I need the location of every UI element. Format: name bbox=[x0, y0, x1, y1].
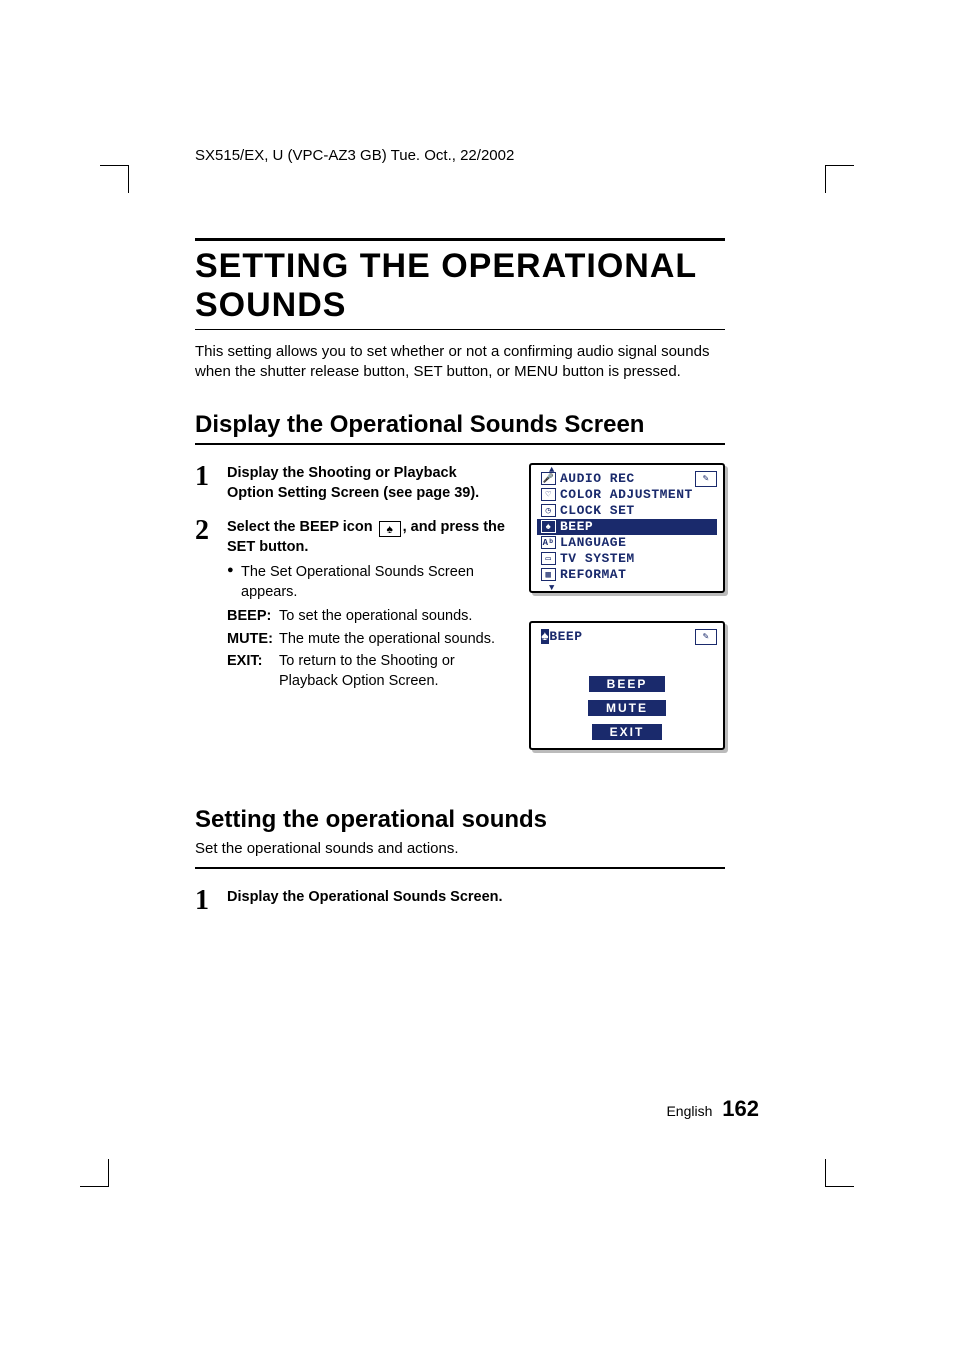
footer-lang: English bbox=[666, 1103, 712, 1119]
step: 1 Display the Shooting or Playback Optio… bbox=[195, 463, 505, 504]
step: 1 Display the Operational Sounds Screen. bbox=[195, 887, 725, 915]
page-footer: English 162 bbox=[666, 1096, 759, 1122]
bullet-text: The Set Operational Sounds Screen appear… bbox=[241, 562, 505, 603]
menu-item-icon: ▭ bbox=[541, 552, 556, 565]
menu-item-label: TV SYSTEM bbox=[560, 551, 635, 566]
def-desc: To return to the Shooting or Playback Op… bbox=[279, 651, 505, 692]
beep-icon: ♠ bbox=[379, 521, 401, 537]
scroll-down-icon: ▼ bbox=[549, 583, 555, 593]
lcd-menu-item: 🎤AUDIO REC bbox=[537, 471, 717, 487]
section-heading: Display the Operational Sounds Screen bbox=[195, 411, 725, 439]
lcd-menu-item: ◷ CLOCK SET bbox=[537, 503, 717, 519]
lcd-menu-screen: ▲ ✎ 🎤AUDIO REC♡ COLOR ADJUSTMENT ◷ CLOCK SE… bbox=[529, 463, 725, 593]
intro-text: This setting allows you to set whether o… bbox=[195, 342, 725, 383]
step-number: 1 bbox=[195, 463, 227, 504]
menu-item-icon: ♡ bbox=[541, 488, 556, 501]
rule bbox=[195, 238, 725, 241]
menu-item-icon: ♠ bbox=[541, 520, 556, 533]
step-text: Select the BEEP icon bbox=[227, 519, 377, 535]
lcd-menu-item: ▭ TV SYSTEM bbox=[537, 551, 717, 567]
section-subtext: Set the operational sounds and actions. bbox=[195, 840, 725, 857]
page-title: SETTING THE OPERATIONAL SOUNDS bbox=[195, 247, 725, 325]
scroll-up-icon: ▲ bbox=[549, 465, 555, 475]
lcd-option: BEEP bbox=[589, 676, 666, 692]
crop-mark bbox=[80, 1157, 130, 1207]
section-heading: Setting the operational sounds bbox=[195, 806, 725, 834]
menu-item-icon: ◷ bbox=[541, 504, 556, 517]
def-term: BEEP: bbox=[227, 606, 279, 626]
crop-mark bbox=[804, 145, 854, 195]
page-number: 162 bbox=[722, 1096, 759, 1121]
lcd-beep-screen: ♠ BEEP ✎ BEEP MUTE EXIT bbox=[529, 621, 725, 750]
menu-item-icon: ▦ bbox=[541, 568, 556, 581]
step: 2 Select the BEEP icon ♠, and press the … bbox=[195, 517, 505, 693]
menu-item-label: REFORMAT bbox=[560, 567, 626, 582]
lcd-menu-item: ♠ BEEP bbox=[537, 519, 717, 535]
menu-item-label: CLOCK SET bbox=[560, 503, 635, 518]
def-term: MUTE: bbox=[227, 629, 279, 649]
lcd-menu-item: ▦ REFORMAT bbox=[537, 567, 717, 583]
tool-icon: ✎ bbox=[695, 471, 717, 487]
page-content: SETTING THE OPERATIONAL SOUNDS This sett… bbox=[195, 238, 725, 929]
menu-item-label: LANGUAGE bbox=[560, 535, 626, 550]
menu-item-label: BEEP bbox=[560, 519, 593, 534]
rule bbox=[195, 329, 725, 330]
step-number: 1 bbox=[195, 887, 227, 915]
step-text: Display the Shooting or Playback Option … bbox=[227, 465, 479, 501]
rule bbox=[195, 867, 725, 869]
step-number: 2 bbox=[195, 517, 227, 693]
def-desc: The mute the operational sounds. bbox=[279, 629, 505, 649]
menu-item-icon: Aᵇ bbox=[541, 536, 556, 549]
def-desc: To set the operational sounds. bbox=[279, 606, 505, 626]
step-text: Display the Operational Sounds Screen. bbox=[227, 889, 503, 905]
beep-icon: ♠ bbox=[541, 629, 549, 644]
tool-icon: ✎ bbox=[695, 629, 717, 645]
def-term: EXIT: bbox=[227, 651, 279, 692]
lcd-menu-item: ♡ COLOR ADJUSTMENT bbox=[537, 487, 717, 503]
bullet-icon: ● bbox=[227, 562, 241, 603]
lcd-option: MUTE bbox=[588, 700, 666, 716]
lcd-menu-item: Aᵇ LANGUAGE bbox=[537, 535, 717, 551]
crop-mark bbox=[804, 1157, 854, 1207]
doc-header: SX515/EX, U (VPC-AZ3 GB) Tue. Oct., 22/2… bbox=[195, 147, 514, 164]
menu-item-label: AUDIO REC bbox=[560, 471, 635, 486]
lcd-title: BEEP bbox=[549, 629, 582, 644]
crop-mark bbox=[100, 145, 150, 195]
lcd-option: EXIT bbox=[592, 724, 663, 740]
rule bbox=[195, 443, 725, 445]
menu-item-label: COLOR ADJUSTMENT bbox=[560, 487, 693, 502]
